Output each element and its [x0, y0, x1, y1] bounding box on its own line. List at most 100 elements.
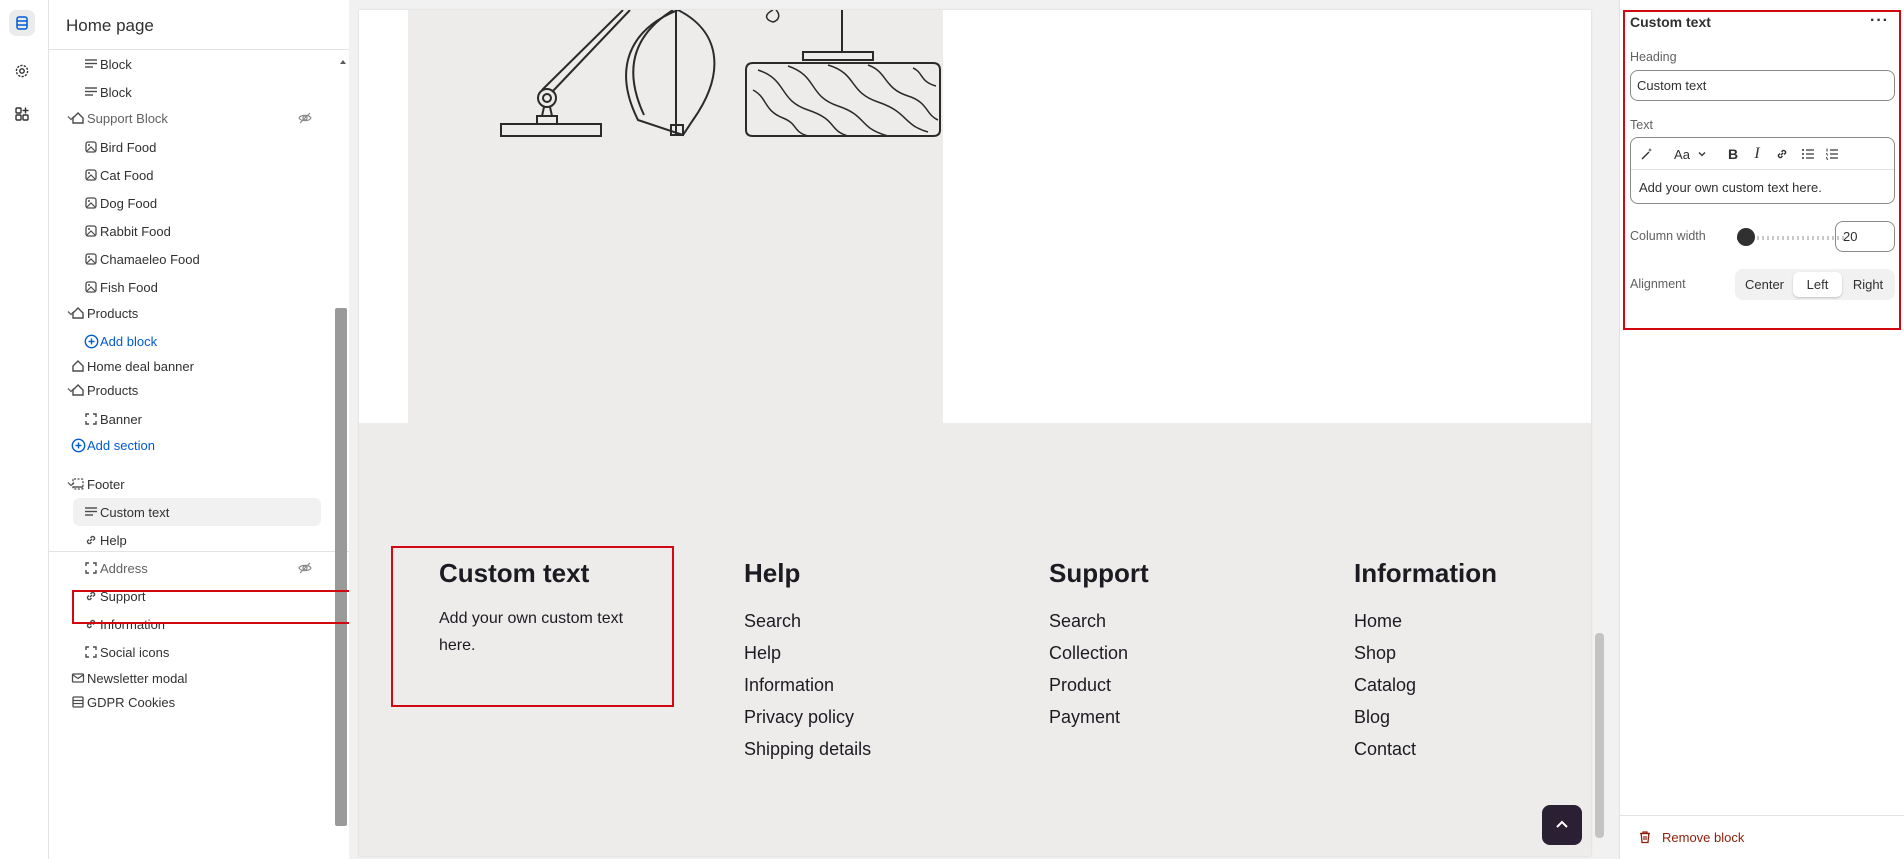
column-width-input[interactable]: 20: [1835, 221, 1895, 252]
tree-item-label: GDPR Cookies: [87, 695, 176, 710]
tree-item-label: Help: [100, 533, 127, 548]
alignment-option-center[interactable]: Center: [1738, 272, 1791, 297]
tree-item-chamaeleo-food[interactable]: Chamaeleo Food: [49, 245, 333, 273]
plus-circle-icon: [70, 437, 86, 453]
tree-item-fish-food[interactable]: Fish Food: [49, 273, 333, 301]
rich-text-editor[interactable]: Aa B I Add your own custom text here.: [1630, 137, 1895, 204]
footer-link[interactable]: Catalog: [1354, 669, 1497, 701]
plus-circle-icon: [83, 333, 99, 349]
footer-link[interactable]: Shop: [1354, 637, 1497, 669]
back-to-top-button[interactable]: [1542, 805, 1582, 845]
footer-link[interactable]: Collection: [1049, 637, 1149, 669]
frame-icon: [83, 560, 99, 576]
alignment-segmented-control: Center Left Right: [1735, 269, 1895, 300]
scrollbar-thumb[interactable]: [335, 308, 347, 826]
tree-item-help[interactable]: Help: [49, 526, 333, 554]
eye-off-icon[interactable]: [297, 110, 313, 126]
footer-link[interactable]: Blog: [1354, 701, 1497, 733]
preview-scrollbar-thumb[interactable]: [1595, 633, 1604, 838]
tree-item-label: Address: [100, 561, 148, 576]
tree-item-rabbit-food[interactable]: Rabbit Food: [49, 217, 333, 245]
footer-link[interactable]: Payment: [1049, 701, 1149, 733]
tree-item-label: Social icons: [100, 645, 170, 660]
image-strip: [359, 10, 408, 423]
chevron-down-icon[interactable]: [1693, 145, 1711, 163]
footer-custom-text[interactable]: Custom text Add your own custom text her…: [439, 558, 659, 659]
apps-icon[interactable]: [9, 101, 35, 127]
tree-item-information[interactable]: Information: [49, 610, 333, 638]
sections-icon[interactable]: [9, 10, 35, 36]
footer-link[interactable]: Shipping details: [744, 733, 871, 765]
text-label: Text: [1630, 118, 1653, 132]
footer-help-heading: Help: [744, 558, 801, 588]
footer-link[interactable]: Search: [744, 605, 871, 637]
footer-support-heading: Support: [1049, 558, 1149, 588]
footer-icon: [70, 476, 86, 492]
cookie-icon: [70, 694, 86, 710]
link-icon[interactable]: [1773, 145, 1791, 163]
scroll-up-icon[interactable]: [338, 54, 348, 64]
bullet-list-icon[interactable]: [1799, 145, 1817, 163]
footer-link[interactable]: Help: [744, 637, 871, 669]
tree-item-cat-food[interactable]: Cat Food: [49, 161, 333, 189]
tree-item-label: Newsletter modal: [87, 671, 188, 686]
remove-block-button[interactable]: Remove block: [1638, 826, 1744, 848]
tree-item-gdpr-cookies[interactable]: GDPR Cookies: [49, 688, 333, 716]
text-block-icon: [83, 504, 99, 520]
tree-item-bird-food[interactable]: Bird Food: [49, 133, 333, 161]
tree-item-banner[interactable]: Banner: [49, 405, 333, 433]
tree-item-block[interactable]: Block: [49, 50, 333, 78]
footer-support: Support Search Collection Product Payment: [1049, 558, 1149, 733]
remove-block-label: Remove block: [1662, 829, 1745, 845]
magic-icon[interactable]: [1638, 145, 1656, 163]
tree-item-label: Fish Food: [100, 280, 158, 295]
heading-input[interactable]: Custom text: [1630, 70, 1895, 101]
section-icon: [70, 305, 86, 321]
tree-item-label: Footer: [87, 477, 125, 492]
tree-item-footer[interactable]: Footer: [49, 470, 333, 498]
alignment-option-right[interactable]: Right: [1844, 272, 1892, 297]
image-icon: [83, 139, 99, 155]
section-tree: Block Block Support Block Bird Food Cat Food…: [49, 50, 333, 859]
tree-item-label: Support Block: [87, 111, 168, 126]
footer-link[interactable]: Home: [1354, 605, 1497, 637]
italic-icon[interactable]: I: [1748, 145, 1766, 163]
image-icon: [83, 223, 99, 239]
footer-custom-text-body: Add your own custom text here.: [439, 610, 624, 654]
tree-item-dog-food[interactable]: Dog Food: [49, 189, 333, 217]
footer-link[interactable]: Information: [744, 669, 871, 701]
tree-item-label: Block: [100, 85, 132, 100]
tree-item-add-section[interactable]: Add section: [49, 431, 333, 459]
alignment-option-left[interactable]: Left: [1793, 272, 1842, 297]
slider-handle[interactable]: [1736, 228, 1755, 246]
bold-icon[interactable]: B: [1724, 145, 1742, 163]
tree-item-address[interactable]: Address: [49, 554, 333, 582]
eye-off-icon[interactable]: [297, 560, 313, 576]
tree-item-support-block[interactable]: Support Block: [49, 104, 333, 132]
tree-item-products[interactable]: Products: [49, 299, 333, 327]
footer-link[interactable]: Privacy policy: [744, 701, 871, 733]
frame-icon: [83, 644, 99, 660]
link-icon: [83, 532, 99, 548]
footer-link[interactable]: Search: [1049, 605, 1149, 637]
footer-custom-text-heading: Custom text: [439, 558, 590, 588]
tree-item-label: Products: [87, 306, 139, 321]
rte-content[interactable]: Add your own custom text here.: [1639, 180, 1822, 195]
footer-link[interactable]: Product: [1049, 669, 1149, 701]
image-icon: [83, 279, 99, 295]
more-options-icon[interactable]: ···: [1870, 12, 1892, 29]
tree-item-social-icons[interactable]: Social icons: [49, 638, 333, 666]
footer-information: Information Home Shop Catalog Blog Contact: [1354, 558, 1497, 765]
gear-icon[interactable]: [9, 58, 35, 84]
footer-link[interactable]: Contact: [1354, 733, 1497, 765]
rte-toolbar: Aa B I: [1631, 138, 1894, 170]
numbered-list-icon[interactable]: [1823, 145, 1841, 163]
section-icon: [70, 382, 86, 398]
tree-item-add-block[interactable]: Add block: [49, 327, 333, 355]
tree-item-block[interactable]: Block: [49, 78, 333, 106]
tree-item-products[interactable]: Products: [49, 376, 333, 404]
tree-item-custom-text[interactable]: Custom text: [49, 498, 333, 526]
footer-information-heading: Information: [1354, 558, 1497, 588]
tree-item-label: Information: [100, 617, 166, 632]
tree-item-support[interactable]: Support: [49, 582, 333, 610]
